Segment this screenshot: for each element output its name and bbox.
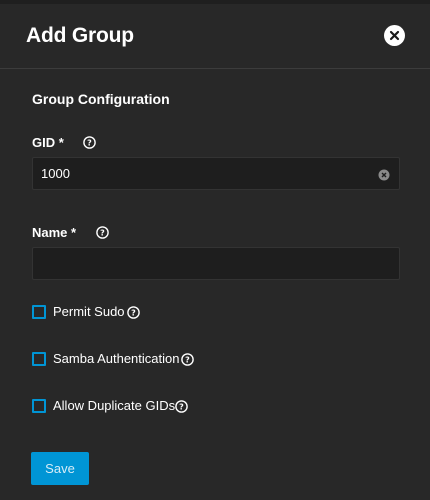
name-label: Name * (32, 225, 77, 240)
gid-label: GID * (32, 135, 64, 150)
samba-authentication-checkbox[interactable] (32, 352, 46, 366)
allow-duplicate-gids-checkbox[interactable] (32, 399, 46, 413)
svg-text:?: ? (100, 229, 105, 238)
svg-text:?: ? (179, 403, 184, 412)
permit-sudo-label: Permit Sudo (53, 304, 125, 319)
close-icon[interactable] (384, 25, 405, 46)
allow-duplicate-gids-help-icon[interactable]: ? (175, 400, 188, 413)
gid-help-icon[interactable]: ? (83, 136, 96, 149)
name-input[interactable] (33, 248, 399, 279)
svg-text:?: ? (185, 356, 190, 365)
dialog-title: Add Group (26, 24, 134, 47)
save-button[interactable]: Save (31, 452, 89, 485)
dialog-header: Add Group (0, 4, 430, 69)
svg-text:?: ? (131, 309, 136, 318)
section-title: Group Configuration (32, 91, 170, 107)
svg-text:?: ? (87, 139, 92, 148)
permit-sudo-help-icon[interactable]: ? (127, 306, 140, 319)
permit-sudo-checkbox[interactable] (32, 305, 46, 319)
samba-authentication-help-icon[interactable]: ? (181, 353, 194, 366)
name-help-icon[interactable]: ? (96, 226, 109, 239)
gid-input[interactable] (33, 158, 399, 189)
gid-field-container (32, 157, 400, 190)
allow-duplicate-gids-label: Allow Duplicate GIDs (53, 398, 176, 413)
clear-icon[interactable] (378, 168, 390, 181)
samba-authentication-label: Samba Authentication (53, 351, 180, 366)
name-field-container (32, 247, 400, 280)
